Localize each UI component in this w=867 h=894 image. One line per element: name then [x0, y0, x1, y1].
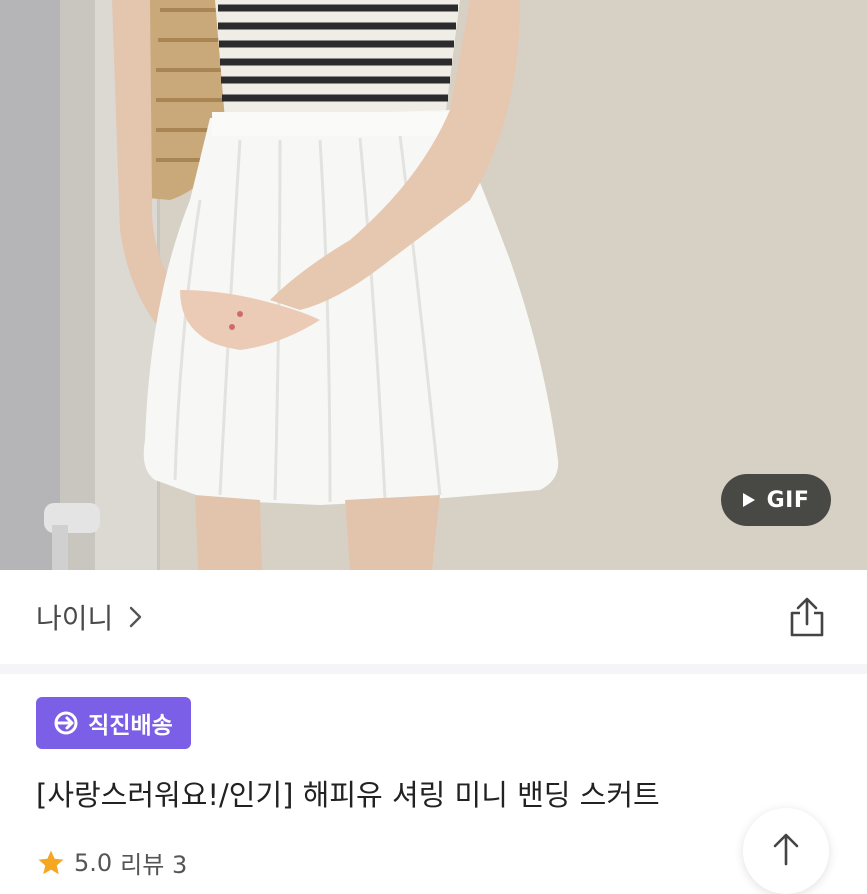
scroll-top-button[interactable] — [743, 808, 829, 894]
gif-label: GIF — [766, 487, 810, 513]
section-divider — [0, 664, 867, 674]
delivery-badge-label: 직진배송 — [88, 713, 173, 739]
arrow-up-icon — [773, 833, 799, 866]
arrow-circle-icon — [54, 711, 78, 735]
gif-play-button[interactable]: GIF — [721, 474, 831, 526]
product-title: [사랑스러워요!/인기] 해피유 셔링 미니 밴딩 스커트 — [36, 778, 660, 812]
share-icon[interactable] — [787, 596, 827, 638]
play-icon — [742, 493, 755, 507]
rating-value: 5.0 — [74, 848, 113, 877]
chevron-right-icon — [130, 606, 142, 628]
star-icon — [38, 850, 64, 874]
delivery-badge: 직진배송 — [36, 697, 191, 749]
product-image[interactable]: GIF — [0, 0, 867, 570]
shop-name: 나이니 — [36, 602, 114, 635]
shop-row: 나이니 — [0, 570, 867, 664]
shop-link[interactable]: 나이니 — [36, 597, 147, 637]
review-count: 리뷰 3 — [120, 851, 188, 879]
rating-row[interactable]: 5.0 리뷰 3 — [36, 845, 187, 880]
